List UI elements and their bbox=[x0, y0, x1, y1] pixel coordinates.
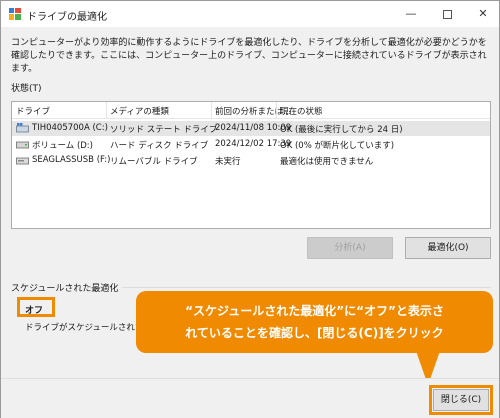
drive-status: OK (最後に実行してから 24 日) bbox=[280, 125, 403, 135]
schedule-title: スケジュールされた最適化 bbox=[11, 281, 123, 294]
instruction-callout: “スケジュールされた最適化”に“オフ”と表示さ れていることを確認し、[閉じる(… bbox=[136, 291, 493, 353]
column-divider[interactable] bbox=[276, 102, 277, 119]
schedule-divider bbox=[111, 287, 491, 288]
column-divider[interactable] bbox=[211, 102, 212, 119]
media-type: リムーバブル ドライブ bbox=[110, 157, 198, 167]
column-header-drive[interactable]: ドライブ bbox=[16, 105, 50, 117]
last-analyzed: 未実行 bbox=[215, 157, 241, 167]
column-header-status[interactable]: 現在の状態 bbox=[280, 105, 323, 117]
windows-drive-icon bbox=[16, 123, 29, 133]
close-button-highlight bbox=[429, 385, 493, 415]
drive-status: OK (0% が断片化しています) bbox=[280, 141, 395, 151]
maximize-button[interactable] bbox=[429, 1, 465, 27]
defrag-icon bbox=[9, 8, 21, 20]
title-bar: ドライブの最適化 — ✕ bbox=[1, 1, 499, 27]
media-type: ハード ディスク ドライブ bbox=[110, 141, 209, 151]
drive-name: SEAGLASSUSB (F:) bbox=[32, 155, 111, 165]
hard-disk-icon bbox=[16, 141, 29, 149]
column-divider[interactable] bbox=[106, 102, 107, 119]
drive-row[interactable]: ボリューム (D:) ハード ディスク ドライブ 2024/12/02 17:3… bbox=[12, 137, 490, 152]
drive-name: ボリューム (D:) bbox=[32, 141, 93, 151]
close-icon: ✕ bbox=[478, 7, 488, 20]
drive-row[interactable]: SEAGLASSUSB (F:) リムーバブル ドライブ 未実行 最適化は使用で… bbox=[12, 153, 490, 168]
analyze-button[interactable]: 分析(A) bbox=[307, 237, 393, 259]
drive-status: 最適化は使用できません bbox=[280, 157, 374, 167]
footer-bar bbox=[1, 378, 499, 418]
status-label: 状態(T) bbox=[11, 84, 42, 94]
optimize-button[interactable]: 最適化(O) bbox=[405, 237, 491, 259]
minimize-icon: — bbox=[405, 7, 417, 20]
minimize-button[interactable]: — bbox=[393, 1, 429, 27]
column-header-media[interactable]: メディアの種類 bbox=[110, 105, 169, 117]
maximize-icon bbox=[442, 9, 452, 19]
usb-drive-icon bbox=[16, 157, 29, 165]
drive-row[interactable]: TIH0405700A (C:) ソリッド ステート ドライブ 2024/11/… bbox=[12, 121, 490, 136]
media-type: ソリッド ステート ドライブ bbox=[110, 125, 218, 135]
drive-list-header: ドライブ メディアの種類 前回の分析または... 現在の状態 bbox=[12, 102, 490, 119]
optimize-drives-window: ドライブの最適化 — ✕ コンピューターがより効率的に動作するようにドライブを最… bbox=[0, 0, 500, 418]
close-window-button[interactable]: ✕ bbox=[465, 1, 500, 27]
callout-line-1: “スケジュールされた最適化”に“オフ”と表示さ bbox=[185, 304, 444, 318]
schedule-description: ドライブがスケジュールされた頻度 bbox=[25, 323, 140, 333]
callout-line-2: れていることを確認し、[閉じる(C)]をクリック bbox=[185, 326, 444, 340]
description-text: コンピューターがより効率的に動作するようにドライブを最適化したり、ドライブを分析… bbox=[11, 38, 487, 74]
drive-name: TIH0405700A (C:) bbox=[32, 123, 108, 133]
schedule-state-highlight bbox=[17, 297, 55, 317]
drive-list[interactable]: ドライブ メディアの種類 前回の分析または... 現在の状態 TIH040570… bbox=[11, 101, 491, 229]
window-title: ドライブの最適化 bbox=[27, 12, 107, 23]
